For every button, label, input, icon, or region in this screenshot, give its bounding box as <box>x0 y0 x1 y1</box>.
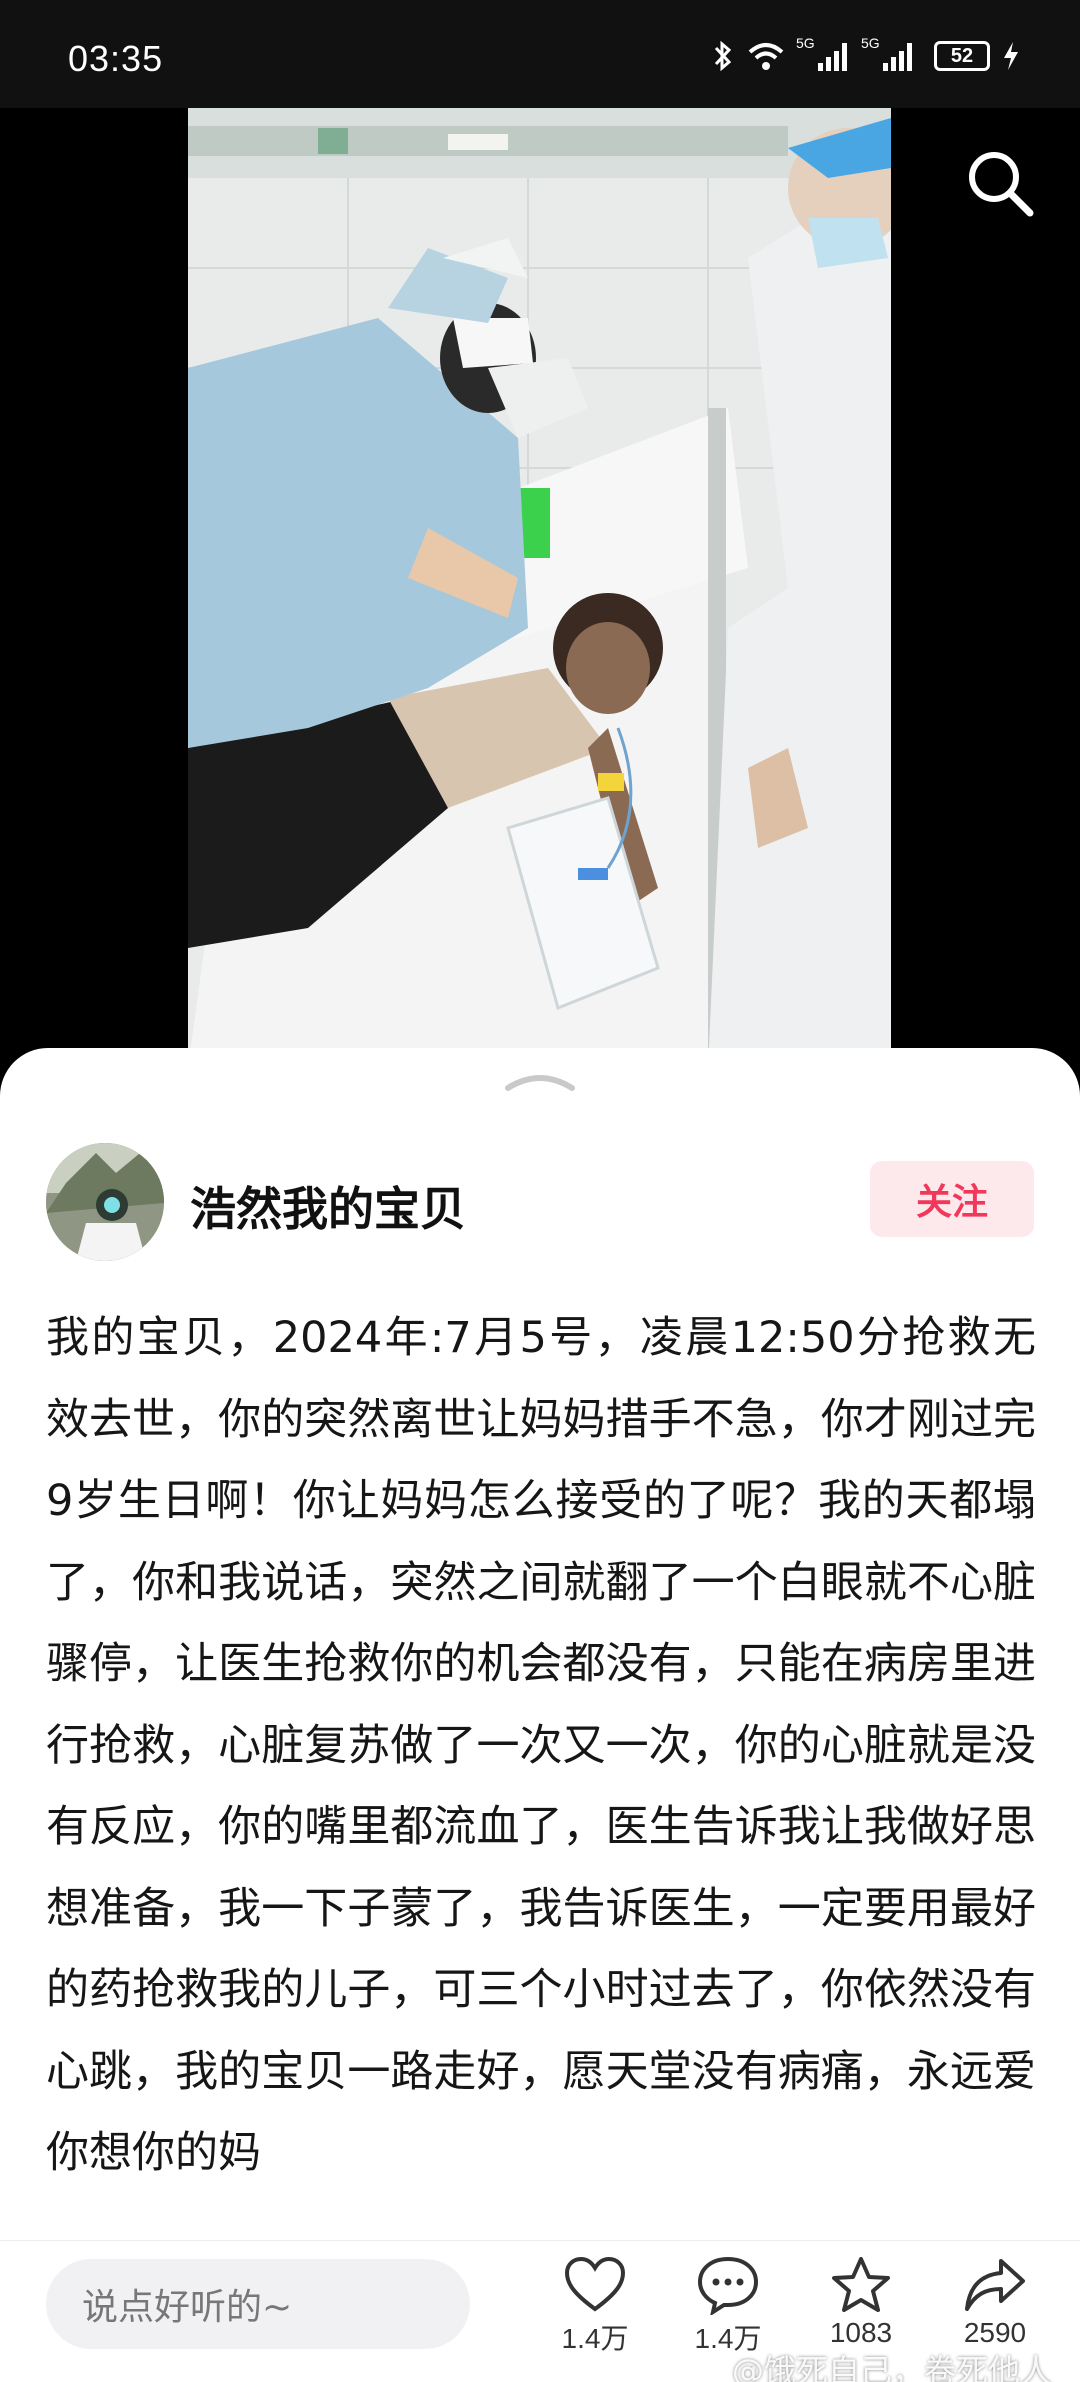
video-scene-illustration <box>188 108 891 1068</box>
battery-indicator: 52 <box>934 41 990 71</box>
like-count: 1.4万 <box>561 2323 629 2354</box>
share-count: 2590 <box>963 2317 1027 2348</box>
wifi-icon <box>748 43 784 70</box>
status-bar: 03:35 5G 5G 52 <box>0 0 1080 108</box>
video-frame[interactable] <box>188 108 891 1068</box>
author-name[interactable]: 浩然我的宝贝 <box>190 1173 466 1239</box>
signal-2-label: 5G <box>861 35 880 51</box>
signal-1-icon: 5G <box>796 35 847 71</box>
watermark: @饿死自己，卷死他人 <box>731 2352 1052 2382</box>
star-icon <box>832 2257 890 2312</box>
status-time: 03:35 <box>68 38 164 79</box>
heart-icon <box>564 2256 626 2312</box>
search-icon[interactable] <box>960 143 1040 223</box>
bluetooth-icon <box>714 40 732 72</box>
avatar-image <box>46 1143 164 1261</box>
post-text: 我的宝贝，2024年:7月5号，凌晨12:50分抢救无效去世，你的突然离世让妈妈… <box>46 1313 1036 2178</box>
favorite-count: 1083 <box>829 2317 893 2348</box>
post-detail-sheet: 浩然我的宝贝 关注 我的宝贝，2024年:7月5号，凌晨12:50分抢救无效去世… <box>0 1048 1080 2382</box>
video-player[interactable] <box>0 108 1080 1068</box>
signal-2-icon: 5G <box>861 35 912 71</box>
status-icons: 5G 5G 52 <box>712 35 1020 72</box>
comment-icon <box>697 2256 759 2315</box>
author-row: 浩然我的宝贝 关注 <box>46 1143 1034 1263</box>
charging-icon <box>1004 42 1018 70</box>
like-button[interactable]: 1.4万 <box>540 2255 650 2379</box>
follow-button[interactable]: 关注 <box>870 1161 1034 1237</box>
avatar[interactable] <box>46 1143 164 1261</box>
comment-input[interactable]: 说点好听的~ <box>46 2259 470 2349</box>
chevron-up-icon[interactable] <box>504 1068 576 1092</box>
share-icon <box>965 2259 1025 2311</box>
signal-1-label: 5G <box>796 35 815 51</box>
